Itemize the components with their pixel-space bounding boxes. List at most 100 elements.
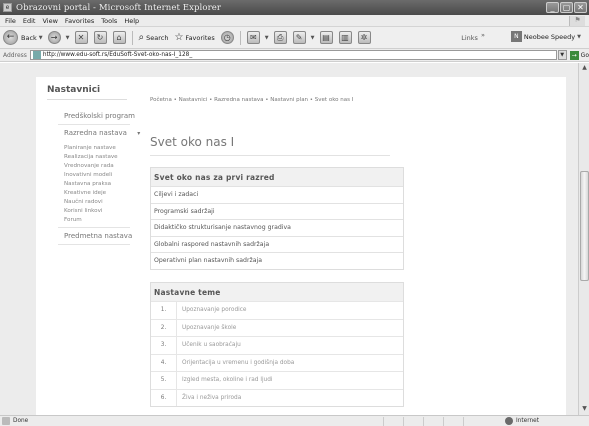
links-label: Links (461, 34, 478, 42)
web-page: Nastavnici Predškolski program Razredna … (36, 77, 566, 415)
table-row[interactable]: 2. Upoznavanje škole (151, 318, 403, 337)
list-item[interactable]: Globalni raspored nastavnih sadržaja (151, 235, 403, 253)
row-number: 5. (151, 372, 177, 389)
table-row[interactable]: 1. Upoznavanje porodice (151, 301, 403, 319)
menu-file[interactable]: File (5, 17, 16, 25)
menu-favorites[interactable]: Favorites (65, 17, 94, 25)
back-button[interactable]: ← Back ▼ (3, 30, 45, 45)
messenger-icon[interactable]: ✲ (357, 31, 371, 44)
menu-view[interactable]: View (42, 17, 57, 25)
search-button[interactable]: ⌕ Search (139, 32, 169, 43)
back-dropdown-icon[interactable]: ▼ (39, 35, 43, 41)
menu-edit[interactable]: Edit (23, 17, 36, 25)
sidebar-item-predmetna[interactable]: Predmetna nastava (64, 232, 132, 240)
neobee-dropdown-icon[interactable]: ▼ (577, 34, 581, 40)
sidebar-subitem-linkovi[interactable]: Korisni linkovi (64, 208, 102, 214)
print-icon[interactable]: ⎙ (273, 31, 287, 44)
status-cells (383, 417, 483, 426)
sidebar-item-predskolski[interactable]: Predškolski program (64, 112, 135, 120)
row-text[interactable]: Učenik u saobraćaju (177, 337, 241, 354)
table-row[interactable]: 4. Orijentacija u vremenu i godišnja doba (151, 353, 403, 372)
go-button[interactable]: → Go (569, 50, 589, 60)
scrollbar-thumb[interactable] (580, 171, 589, 281)
sidebar-divider (58, 227, 130, 228)
zone-label: Internet (516, 418, 540, 424)
row-text[interactable]: Upoznavanje porodice (177, 302, 247, 319)
security-zone: Internet (505, 417, 539, 425)
list-item[interactable]: Didaktičko strukturisanje nastavnog grad… (151, 219, 403, 236)
discuss-icon[interactable]: ▤ (319, 31, 333, 44)
row-number: 1. (151, 302, 177, 319)
address-url[interactable]: http://www.edu-soft.rs/EduSoft-Svet-oko-… (43, 52, 192, 58)
list-item[interactable]: Programski sadržaji (151, 202, 403, 220)
row-text[interactable]: Živa i neživa priroda (177, 390, 241, 407)
globe-icon (505, 417, 513, 425)
status-text: Done (13, 418, 29, 424)
refresh-icon[interactable]: ↻ (93, 31, 107, 44)
neobee-label: Neobee Speedy (523, 32, 576, 41)
back-arrow-icon: ← (3, 30, 18, 45)
table-row[interactable]: 6. Živa i neživa priroda (151, 388, 403, 407)
breadcrumb[interactable]: Početna • Nastavnici • Razredna nastava … (150, 97, 353, 103)
row-number: 6. (151, 389, 177, 406)
list-item[interactable]: Operativni plan nastavnih sadržaja (151, 252, 403, 269)
sidebar-subitem-kreativne[interactable]: Kreativne ideje (64, 190, 106, 196)
scroll-up-icon[interactable]: ▲ (580, 64, 589, 73)
sidebar-subitem-forum[interactable]: Forum (64, 217, 82, 223)
scroll-down-icon[interactable]: ▼ (580, 405, 589, 414)
sidebar-item-razredna[interactable]: Razredna nastava ▾ (64, 129, 140, 137)
home-icon[interactable]: ⌂ (112, 31, 126, 44)
sidebar-subitem-realizacija[interactable]: Realizacija nastave (64, 154, 118, 160)
row-text[interactable]: Izgled mesta, okoline i rad ljudi (177, 372, 273, 389)
table-row[interactable]: 3. Učenik u saobraćaju (151, 336, 403, 354)
mail-dropdown-icon[interactable]: ▼ (265, 35, 269, 41)
address-dropdown-icon[interactable]: ▼ (557, 50, 567, 60)
forward-button[interactable]: → ▼ (47, 31, 72, 44)
vertical-scrollbar[interactable]: ▲ ▼ (578, 63, 589, 415)
sidebar-subitem-praksa[interactable]: Nastavna praksa (64, 181, 111, 187)
star-icon: ☆ (174, 32, 184, 43)
edit-dropdown-icon[interactable]: ▼ (311, 35, 315, 41)
close-button[interactable]: ✕ (574, 2, 587, 13)
forward-arrow-icon: → (47, 31, 61, 44)
maximize-button[interactable]: ▢ (560, 2, 573, 13)
sidebar-item-label: Razredna nastava (64, 129, 127, 137)
stop-icon[interactable]: ✕ (74, 31, 88, 44)
neobee-button[interactable]: N Neobee Speedy ▼ (510, 31, 583, 42)
search-label: Search (146, 33, 169, 42)
back-label: Back (21, 33, 37, 42)
chevron-down-icon: ▾ (137, 130, 141, 137)
favorites-button[interactable]: ☆ Favorites (174, 32, 214, 43)
page-status-icon (2, 417, 10, 425)
forward-dropdown-icon[interactable]: ▼ (66, 35, 70, 41)
title-divider (150, 155, 390, 156)
status-done: Done (2, 417, 28, 425)
menu-help[interactable]: Help (124, 17, 139, 25)
toolbar: ← Back ▼ → ▼ ✕ ↻ ⌂ ⌕ Search ☆ Favorites … (0, 27, 589, 49)
page-icon (32, 51, 41, 59)
list-item[interactable]: Ciljevi i zadaci (151, 186, 403, 203)
table-row[interactable]: 5. Izgled mesta, okoline i rad ljudi (151, 371, 403, 389)
links-toolbar[interactable]: Links » (461, 31, 485, 42)
address-bar: Address http://www.edu-soft.rs/EduSoft-S… (0, 49, 589, 62)
row-text[interactable]: Upoznavanje škole (177, 320, 236, 337)
page-title: Svet oko nas I (150, 135, 235, 149)
minimize-button[interactable]: _ (546, 2, 559, 13)
row-number: 4. (151, 354, 177, 371)
sidebar-divider (47, 99, 127, 100)
edit-icon[interactable]: ✎ (292, 31, 306, 44)
sidebar-title: Nastavnici (47, 85, 101, 95)
mail-icon[interactable]: ✉ (246, 31, 260, 44)
sidebar-subitem-inovativni[interactable]: Inovativni modeli (64, 172, 112, 178)
window-titlebar: e Obrazovni portal - Microsoft Internet … (0, 0, 589, 15)
sidebar-subitem-vrednovanje[interactable]: Vrednovanje rada (64, 163, 114, 169)
research-icon[interactable]: ▥ (338, 31, 352, 44)
sidebar-subitem-planiranje[interactable]: Planiranje nastave (64, 145, 116, 151)
window-controls: _ ▢ ✕ (546, 2, 587, 13)
neobee-logo-icon: N (510, 31, 522, 42)
history-icon[interactable]: ◷ (220, 31, 234, 44)
menu-tools[interactable]: Tools (101, 17, 117, 25)
sidebar-subitem-naucni[interactable]: Naučni radovi (64, 199, 103, 205)
address-input[interactable]: http://www.edu-soft.rs/EduSoft-Svet-oko-… (29, 50, 557, 60)
row-text[interactable]: Orijentacija u vremenu i godišnja doba (177, 355, 294, 372)
